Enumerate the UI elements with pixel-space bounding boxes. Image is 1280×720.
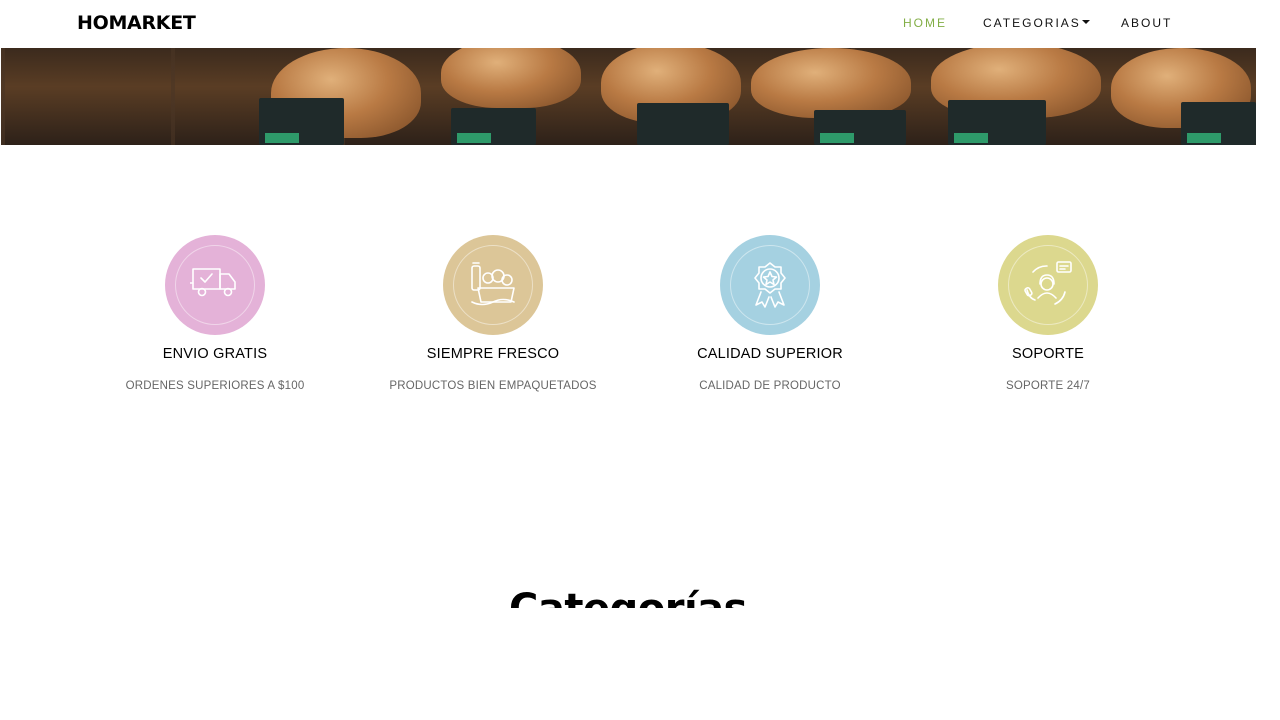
bread-loaf <box>441 48 581 108</box>
categories-heading: Categorías <box>0 580 1256 608</box>
categories-section: Categorías <box>0 580 1256 608</box>
nav-home-link[interactable]: HOME <box>903 16 947 30</box>
price-tag <box>259 98 344 145</box>
feature-subtitle: SOPORTE 24/7 <box>1005 380 1090 392</box>
support-agent-icon <box>1024 261 1072 305</box>
nav-categorias-label: CATEGORIAS <box>983 16 1081 30</box>
feature-circle <box>443 235 543 335</box>
navbar: HOMARKET HOME CATEGORIAS ABOUT <box>0 0 1256 48</box>
feature-soporte: SOPORTE SOPORTE 24/7 <box>928 235 1168 392</box>
feature-siempre-fresco: SIEMPRE FRESCO PRODUCTOS BIEN EMPAQUETAD… <box>373 235 613 392</box>
hero-banner-image <box>1 48 1256 145</box>
feature-title: CALIDAD SUPERIOR <box>697 346 843 362</box>
price-tag <box>948 100 1046 145</box>
feature-subtitle: PRODUCTOS BIEN EMPAQUETADOS <box>389 380 597 392</box>
feature-title: ENVIO GRATIS <box>162 346 268 362</box>
feature-calidad-superior: CALIDAD SUPERIOR CALIDAD DE PRODUCTO <box>650 235 890 392</box>
feature-circle <box>165 235 265 335</box>
nav-categorias-dropdown[interactable]: CATEGORIAS <box>983 16 1090 30</box>
feature-title: SIEMPRE FRESCO <box>426 346 560 362</box>
feature-circle <box>998 235 1098 335</box>
feature-envio-gratis: ENVIO GRATIS ORDENES SUPERIORES A $100 <box>95 235 335 392</box>
feature-subtitle: ORDENES SUPERIORES A $100 <box>125 380 305 392</box>
feature-title: SOPORTE <box>1011 346 1085 362</box>
feature-subtitle: CALIDAD DE PRODUCTO <box>699 380 841 392</box>
nav-about-link[interactable]: ABOUT <box>1121 16 1172 30</box>
price-tag <box>1181 102 1256 145</box>
caret-down-icon <box>1081 20 1090 25</box>
quality-badge-icon <box>754 262 786 308</box>
feature-circle <box>720 235 820 335</box>
bread-loaf <box>751 48 911 118</box>
price-tag <box>637 103 729 145</box>
brand-logo[interactable]: HOMARKET <box>77 12 196 34</box>
delivery-truck-icon <box>190 268 236 297</box>
fresh-groceries-icon <box>471 262 515 306</box>
price-tag <box>451 108 536 145</box>
price-tag <box>814 110 906 145</box>
